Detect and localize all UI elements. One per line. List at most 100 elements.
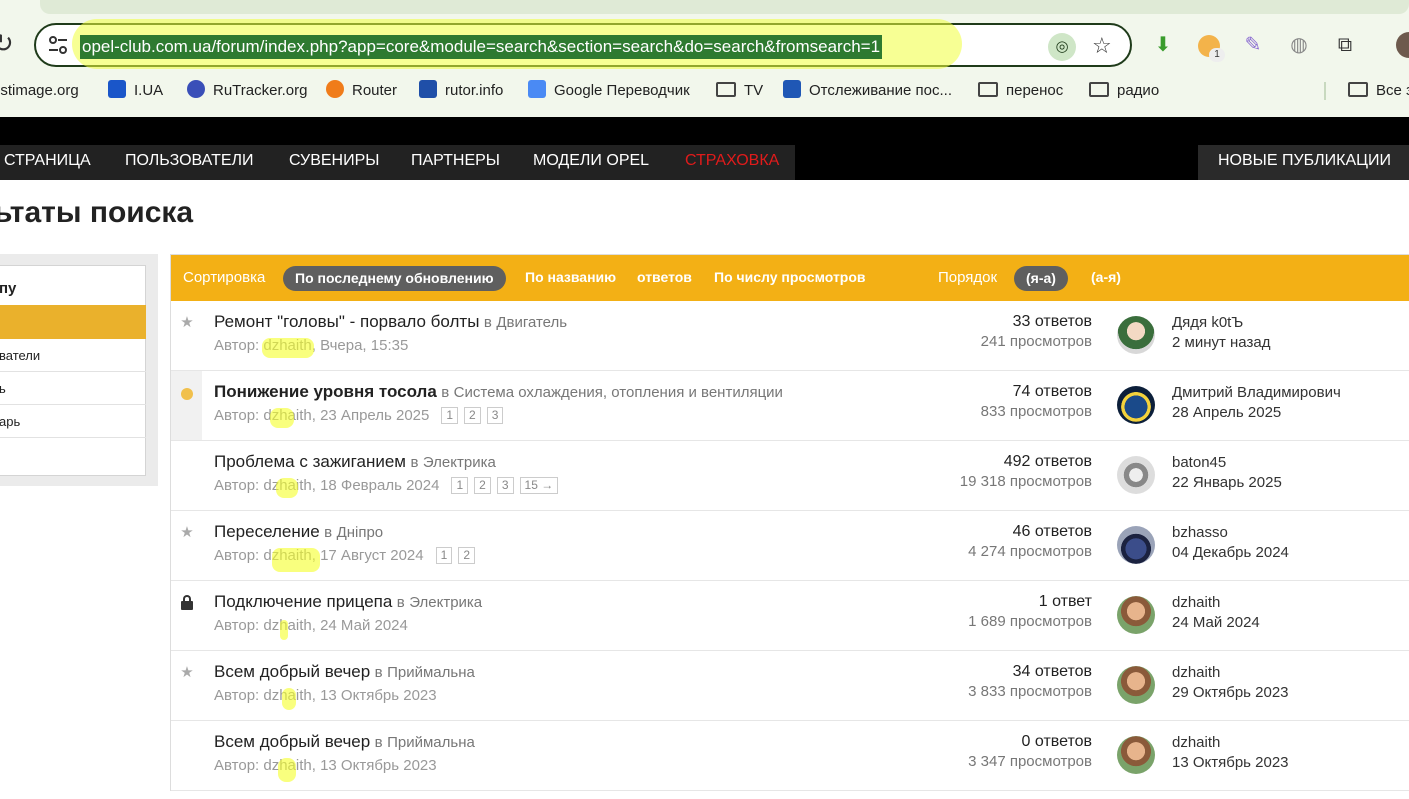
sidebar-item[interactable]: ь [0,372,146,405]
sort-by-title[interactable]: По названию [525,269,616,285]
topic-title-link[interactable]: Всем добрый вечер [214,732,370,751]
last-poster-avatar[interactable] [1117,666,1155,704]
last-post-date[interactable]: 28 Апрель 2025 [1172,403,1341,423]
page-link[interactable]: 1 [441,407,459,424]
sort-by-views[interactable]: По числу просмотров [714,269,866,285]
order-desc[interactable]: (я-а) [1014,266,1068,291]
last-poster-link[interactable]: dzhaith [1172,733,1289,753]
address-bar[interactable]: opel-club.com.ua/forum/index.php?app=cor… [34,19,1132,69]
page-link[interactable]: 2 [474,477,491,494]
url-text[interactable]: opel-club.com.ua/forum/index.php?app=cor… [80,35,883,59]
page-link[interactable]: 2 [464,407,481,424]
nav-item-main-page[interactable]: СТРАНИЦА [4,145,91,180]
site-settings-icon[interactable] [48,36,68,54]
last-poster-link[interactable]: baton45 [1172,453,1282,473]
topic-title-link[interactable]: Всем добрый вечер [214,662,370,681]
last-poster-link[interactable]: dzhaith [1172,663,1289,683]
bookmark-star-icon[interactable]: ☆ [1092,33,1112,59]
last-poster-link[interactable]: dzhaith [1172,593,1260,613]
marker-highlight [270,408,294,428]
last-poster-link[interactable]: bzhasso [1172,523,1289,543]
topic-meta: Автор: dzhaith, 13 Октябрь 2023 [214,687,437,704]
last-post-date[interactable]: 22 Январь 2025 [1172,473,1282,493]
forum-link[interactable]: Электрика [423,454,496,471]
view-count: 833 просмотров [980,403,1092,420]
page-link[interactable]: 2 [458,547,475,564]
nav-item-opel-models[interactable]: МОДЕЛИ OPEL [533,145,649,180]
order-asc[interactable]: (а-я) [1091,269,1121,285]
sidebar-heading: пу [0,280,17,297]
nav-item-insurance[interactable]: СТРАХОВКА [685,145,779,180]
last-poster-link[interactable]: Дмитрий Владимирович [1172,383,1341,403]
last-post-date[interactable]: 13 Октябрь 2023 [1172,753,1289,773]
in-label: в [441,384,450,401]
profile-avatar[interactable] [1396,32,1409,58]
topic-title-line: Понижение уровня тосола в Система охлажд… [214,382,783,402]
sidebar-item[interactable]: арь [0,405,146,438]
last-poster-avatar[interactable] [1117,736,1155,774]
nav-primary: СТРАНИЦА ПОЛЬЗОВАТЕЛИ СУВЕНИРЫ ПАРТНЕРЫ … [0,145,795,180]
nav-item-souvenirs[interactable]: СУВЕНИРЫ [289,145,379,180]
pagination: 1 2 3 15 → [451,477,564,494]
forum-link[interactable]: Электрика [409,594,482,611]
bookmark-item[interactable]: I.UA [108,80,163,102]
topic-title-link[interactable]: Ремонт "головы" - порвало болты [214,312,479,331]
bookmark-item[interactable]: Google Переводчик [528,80,690,102]
bookmark-item[interactable]: Router [326,80,397,102]
extensions-puzzle-icon[interactable]: ⧉ [1332,32,1358,58]
sort-by-last-update[interactable]: По последнему обновлению [283,266,506,291]
bookmark-item[interactable]: ostimage.org [0,80,79,102]
google-lens-icon[interactable]: ◎ [1048,33,1076,61]
last-poster-link[interactable]: Дядя k0tЪ [1172,313,1270,333]
last-poster-avatar[interactable] [1117,526,1155,564]
result-row: ★ Ремонт "головы" - порвало болты в Двига… [171,301,1409,371]
star-icon[interactable]: ★ [180,315,194,330]
pen-extension-icon[interactable]: ✎ [1240,32,1266,58]
sort-by-replies[interactable]: ответов [637,269,692,285]
forum-link[interactable]: Приймальна [387,734,475,751]
bookmark-item[interactable]: Отслеживание пос... [783,80,952,102]
author-prefix: Автор: [214,757,264,774]
topic-meta: Автор: dzhaith, 18 Февраль 202412315 → [214,477,564,494]
last-poster-avatar[interactable] [1117,596,1155,634]
nav-item-users[interactable]: ПОЛЬЗОВАТЕЛИ [125,145,254,180]
last-poster-avatar[interactable] [1117,386,1155,424]
topic-title-link[interactable]: Проблема с зажиганием [214,452,406,471]
last-post-date[interactable]: 24 Май 2024 [1172,613,1260,633]
bookmark-folder[interactable]: Все з [1348,80,1409,102]
bookmark-item[interactable]: rutor.info [419,80,503,102]
forum-link[interactable]: Дніпро [337,524,384,541]
last-post-date[interactable]: 2 минут назад [1172,333,1270,353]
topic-stats: 0 ответов 3 347 просмотров [968,732,1092,772]
forum-link[interactable]: Приймальна [387,664,475,681]
last-post-date[interactable]: 29 Октябрь 2023 [1172,683,1289,703]
forum-link[interactable]: Двигатель [496,314,567,331]
page-link[interactable]: 1 [451,477,469,494]
globe-extension-icon[interactable]: ◍ [1286,32,1312,58]
bookmark-folder[interactable]: перенос [978,80,1063,102]
download-extension-icon[interactable]: ⬇ [1150,32,1176,58]
sidebar-item-active[interactable] [0,305,146,339]
marker-highlight [262,338,314,358]
nav-item-partners[interactable]: ПАРТНЕРЫ [411,145,500,180]
last-post-date[interactable]: 04 Декабрь 2024 [1172,543,1289,563]
last-poster-avatar[interactable] [1117,316,1155,354]
sidebar-item[interactable]: ватели [0,339,146,372]
bookmark-folder[interactable]: TV [716,80,763,102]
page-link[interactable]: 1 [435,547,453,564]
page-link[interactable]: 3 [496,477,514,494]
bookmark-item[interactable]: RuTracker.org [187,80,307,102]
reload-icon[interactable]: ↻ [0,28,14,59]
topic-title-link[interactable]: Подключение прицепа [214,592,392,611]
topic-title-link[interactable]: Переселение [214,522,320,541]
topic-title-link[interactable]: Понижение уровня тосола [214,382,437,401]
last-poster-avatar[interactable] [1117,456,1155,494]
in-label: в [374,734,383,751]
bookmark-folder[interactable]: радио [1089,80,1159,102]
nav-new-posts[interactable]: НОВЫЕ ПУБЛИКАЦИИ [1198,145,1409,180]
page-link[interactable]: 15 → [519,477,559,494]
star-icon[interactable]: ★ [180,665,194,680]
page-link[interactable]: 3 [486,407,504,424]
forum-link[interactable]: Система охлаждения, отопления и вентиляц… [454,384,783,401]
star-icon[interactable]: ★ [180,525,194,540]
